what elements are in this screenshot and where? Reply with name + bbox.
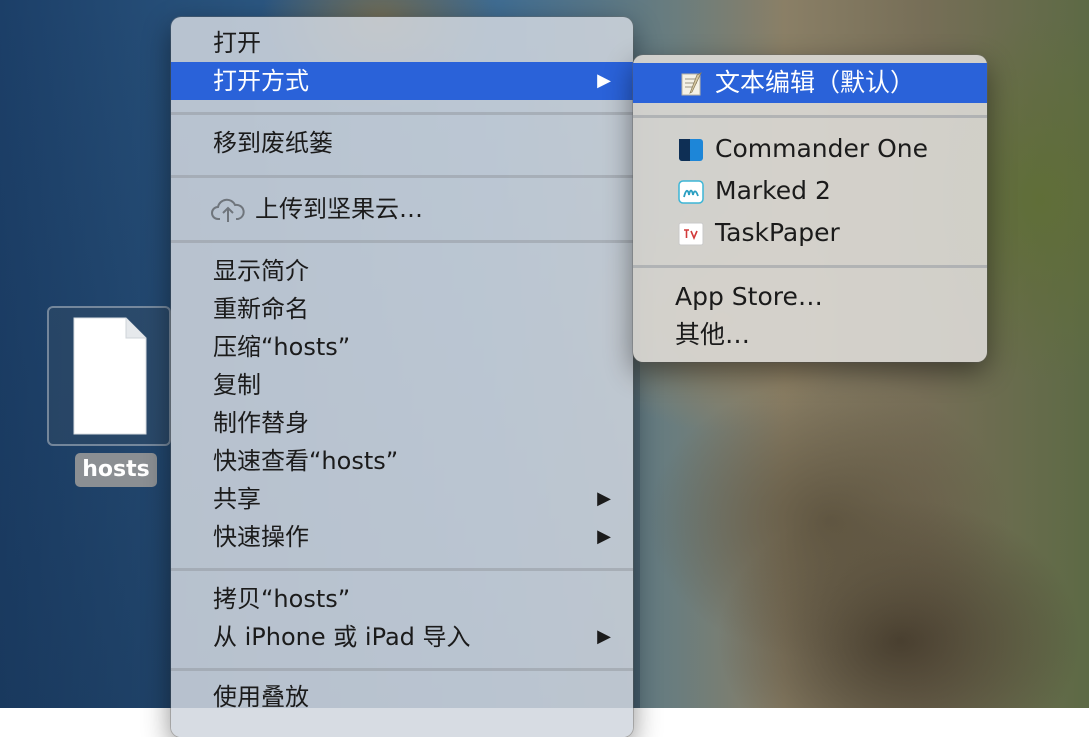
- menu-item-move-to-trash[interactable]: 移到废纸篓: [171, 124, 633, 162]
- submenu-arrow-icon: ▶: [597, 70, 611, 91]
- menu-item-label: 重新命名: [213, 295, 309, 323]
- menu-item-label: 显示简介: [213, 257, 309, 285]
- menu-item-copy[interactable]: 拷贝“hosts”: [171, 580, 633, 618]
- menu-separator: [171, 175, 633, 178]
- textedit-icon: [681, 72, 702, 96]
- menu-separator: [171, 240, 633, 243]
- menu-separator: [633, 115, 987, 118]
- submenu-arrow-icon: ▶: [597, 526, 611, 547]
- commander-one-icon: [679, 139, 703, 161]
- menu-item-label: 打开方式: [213, 67, 309, 95]
- menu-item-label: 打开: [213, 29, 261, 57]
- menu-item-label: 移到废纸篓: [213, 129, 333, 157]
- menu-item-label: 拷贝“hosts”: [213, 585, 351, 613]
- menu-item-label: 快速查看“hosts”: [213, 447, 399, 475]
- submenu-item-label: Commander One: [715, 134, 929, 163]
- submenu-item-textedit[interactable]: 文本编辑（默认）: [633, 63, 987, 103]
- submenu-item-app-store[interactable]: App Store…: [633, 277, 987, 317]
- menu-item-label: 复制: [213, 371, 261, 399]
- open-with-submenu: 文本编辑（默认） Commander One Marked 2 TaskPape…: [633, 55, 987, 362]
- menu-item-open[interactable]: 打开: [171, 24, 633, 62]
- menu-separator: [171, 668, 633, 671]
- menu-item-open-with[interactable]: 打开方式 ▶: [171, 62, 633, 100]
- menu-item-upload-nutstore[interactable]: 上传到坚果云…: [171, 190, 633, 228]
- menu-item-make-alias[interactable]: 制作替身: [171, 404, 633, 442]
- menu-item-label: 快速操作: [213, 523, 309, 551]
- hosts-file-icon[interactable]: [47, 306, 171, 446]
- menu-item-label: 制作替身: [213, 409, 309, 437]
- menu-item-import-from-iphone[interactable]: 从 iPhone 或 iPad 导入 ▶: [171, 618, 633, 656]
- submenu-item-label: App Store…: [675, 282, 823, 311]
- marked-icon: [678, 180, 704, 204]
- menu-item-rename[interactable]: 重新命名: [171, 290, 633, 328]
- submenu-arrow-icon: ▶: [597, 488, 611, 509]
- menu-item-compress[interactable]: 压缩“hosts”: [171, 328, 633, 366]
- submenu-item-marked-2[interactable]: Marked 2: [633, 171, 987, 211]
- menu-item-share[interactable]: 共享 ▶: [171, 480, 633, 518]
- menu-item-quick-actions[interactable]: 快速操作 ▶: [171, 518, 633, 556]
- menu-separator: [171, 568, 633, 571]
- submenu-item-other[interactable]: 其他…: [633, 315, 987, 355]
- taskpaper-icon: [678, 222, 704, 246]
- menu-item-get-info[interactable]: 显示简介: [171, 252, 633, 290]
- submenu-item-label: Marked 2: [715, 176, 831, 205]
- menu-item-label: 上传到坚果云…: [255, 195, 423, 223]
- menu-item-use-stacks[interactable]: 使用叠放: [171, 678, 633, 716]
- menu-item-quick-look[interactable]: 快速查看“hosts”: [171, 442, 633, 480]
- cloud-upload-icon: [211, 198, 245, 222]
- menu-separator: [633, 265, 987, 268]
- menu-item-label: 共享: [213, 485, 261, 513]
- menu-separator: [171, 112, 633, 115]
- submenu-arrow-icon: ▶: [597, 626, 611, 647]
- menu-item-label: 从 iPhone 或 iPad 导入: [213, 623, 471, 651]
- menu-item-duplicate[interactable]: 复制: [171, 366, 633, 404]
- menu-item-label: 使用叠放: [213, 683, 309, 711]
- submenu-item-taskpaper[interactable]: TaskPaper: [633, 213, 987, 253]
- submenu-item-commander-one[interactable]: Commander One: [633, 129, 987, 169]
- document-icon: [73, 317, 147, 435]
- menu-item-label: 压缩“hosts”: [213, 333, 351, 361]
- submenu-item-label: 其他…: [675, 320, 751, 349]
- submenu-item-label: TaskPaper: [715, 218, 840, 247]
- context-menu: 打开 打开方式 ▶ 移到废纸篓 上传到坚果云… 显示简介 重新命名 压缩“hos…: [171, 17, 633, 737]
- submenu-item-label: 文本编辑（默认）: [715, 68, 916, 97]
- file-name-label[interactable]: hosts: [75, 453, 157, 487]
